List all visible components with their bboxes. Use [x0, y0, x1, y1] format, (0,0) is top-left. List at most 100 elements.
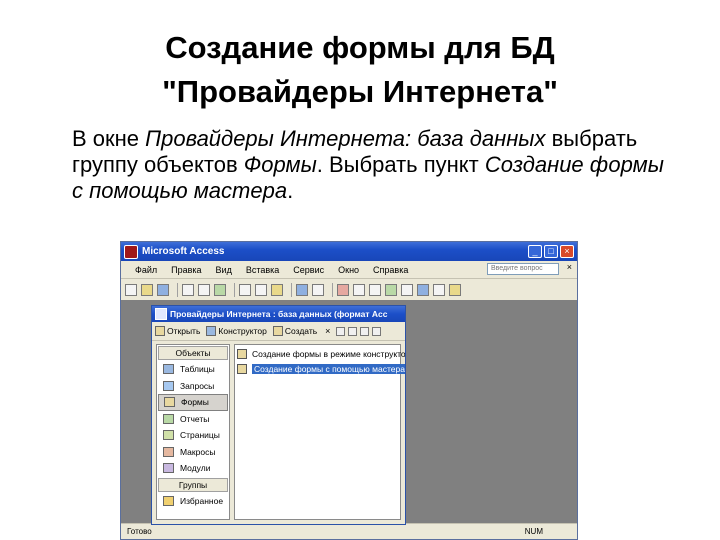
access-titlebar[interactable]: Microsoft Access _ □ × — [121, 242, 577, 261]
slide-title-line1: Создание формы для БД — [165, 30, 555, 65]
maximize-icon[interactable]: □ — [544, 245, 558, 258]
groups-header-button[interactable]: Группы — [158, 477, 228, 492]
database-title: Провайдеры Интернета : база данных (форм… — [170, 309, 388, 319]
design-label: Конструктор — [218, 326, 267, 336]
toolbar-divider — [291, 282, 292, 297]
open-label: Открыть — [167, 326, 201, 336]
object-item[interactable]: Избранное — [158, 493, 228, 510]
slide-title: Создание формы для БД "Провайдеры Интерн… — [60, 26, 660, 114]
toolbar-divider — [332, 282, 333, 297]
list-item[interactable]: Создание формы в режиме конструктора — [237, 348, 405, 360]
menu-item[interactable]: Сервис — [293, 265, 324, 275]
object-item-label: Запросы — [180, 380, 215, 391]
macro-icon — [163, 446, 174, 457]
toolbar-divider — [234, 282, 235, 297]
new-file-icon[interactable] — [125, 283, 137, 296]
design-form-icon — [237, 349, 247, 359]
form-wizard-icon — [237, 364, 247, 374]
object-item[interactable]: Страницы — [158, 427, 228, 444]
access-app-icon[interactable] — [124, 244, 138, 259]
undo-icon[interactable] — [296, 283, 308, 296]
menu-item[interactable]: Окно — [338, 265, 359, 275]
close-doc-icon[interactable]: × — [567, 262, 572, 272]
form-icon — [164, 397, 175, 408]
open-folder-icon[interactable] — [141, 283, 153, 296]
object-item[interactable]: Отчеты — [158, 411, 228, 428]
close-icon[interactable]: × — [560, 245, 574, 258]
module-icon — [163, 463, 174, 474]
main-toolbar — [121, 279, 577, 301]
object-item-label: Макросы — [180, 446, 216, 457]
table-icon — [163, 364, 174, 375]
database-toolbar: Открыть Конструктор Создать × — [152, 322, 405, 341]
toolbar-divider — [177, 282, 178, 297]
preview-icon[interactable] — [198, 283, 210, 296]
access-window: Microsoft Access _ □ × Файл Правка Вид Вста… — [120, 241, 578, 540]
menu-item[interactable]: Вставка — [246, 265, 279, 275]
minimize-icon[interactable]: _ — [528, 245, 542, 258]
print-icon[interactable] — [182, 283, 194, 296]
cut-icon[interactable] — [239, 283, 251, 296]
object-item-label: Отчеты — [180, 413, 210, 424]
slide-body-text: В окне Провайдеры Интернета: база данных… — [72, 126, 672, 204]
status-bar: Готово NUM — [121, 523, 577, 539]
open-button[interactable]: Открыть — [155, 326, 200, 336]
body-text-run: . Выбрать пункт — [316, 152, 485, 177]
spelling-icon[interactable] — [214, 283, 226, 296]
list-item-label: Создание формы с помощью мастера — [252, 364, 405, 374]
design-button[interactable]: Конструктор — [206, 326, 267, 336]
object-item[interactable]: Макросы — [158, 444, 228, 461]
script-icon[interactable] — [385, 283, 397, 296]
properties-icon[interactable] — [401, 283, 413, 296]
menu-item[interactable]: Файл — [135, 265, 157, 275]
page-icon — [163, 430, 174, 441]
favorites-icon — [163, 495, 174, 506]
report-icon — [163, 413, 174, 424]
menu-item[interactable]: Справка — [373, 265, 408, 275]
create-button[interactable]: Создать — [272, 326, 318, 336]
small-icons-icon[interactable] — [348, 326, 358, 336]
forms-list-pane: Создание формы в режиме конструктора Созд… — [234, 344, 405, 520]
help-search-input[interactable]: Введите вопрос — [487, 263, 559, 275]
details-view-icon[interactable] — [372, 326, 382, 336]
object-item-label: Избранное — [180, 495, 224, 506]
status-text: Готово — [127, 527, 152, 536]
query-icon — [163, 380, 174, 391]
list-view-icon[interactable] — [360, 326, 370, 336]
code-icon[interactable] — [369, 283, 381, 296]
delete-icon[interactable]: × — [325, 326, 330, 336]
copy-icon[interactable] — [255, 283, 267, 296]
object-item[interactable]: Модули — [158, 460, 228, 477]
save-icon[interactable] — [157, 283, 169, 296]
object-item[interactable]: Таблицы — [158, 361, 228, 378]
large-icons-icon[interactable] — [336, 326, 346, 336]
access-title: Microsoft Access — [142, 246, 225, 257]
menu-bar: Файл Правка Вид Вставка Сервис Окно Справка Вве… — [121, 261, 577, 279]
objects-pane: Объекты Таблицы Запросы Формы Отчеты Страницы… — [156, 344, 230, 520]
object-item-label: Модули — [180, 463, 211, 474]
paste-icon[interactable] — [271, 283, 283, 296]
body-text-run: В окне — [72, 126, 146, 151]
relationships-icon[interactable] — [417, 283, 429, 296]
create-icon — [272, 326, 283, 336]
database-window: Провайдеры Интернета : база данных (форм… — [151, 305, 406, 525]
office-links-icon[interactable] — [337, 283, 349, 296]
object-item[interactable]: Формы — [158, 394, 228, 411]
redo-icon[interactable] — [312, 283, 324, 296]
list-item[interactable]: Создание формы с помощью мастера — [237, 363, 405, 375]
object-item-label: Таблицы — [180, 364, 215, 375]
menu-item[interactable]: Вид — [216, 265, 232, 275]
num-lock-indicator: NUM — [524, 527, 543, 536]
object-item[interactable]: Запросы — [158, 378, 228, 395]
design-icon — [206, 326, 217, 336]
help-icon[interactable] — [449, 283, 461, 296]
list-item-label: Создание формы в режиме конструктора — [252, 349, 406, 359]
new-object-icon[interactable] — [433, 283, 445, 296]
database-icon[interactable] — [155, 308, 167, 320]
database-titlebar[interactable]: Провайдеры Интернета : база данных (форм… — [152, 306, 405, 322]
menu-item[interactable]: Правка — [171, 265, 201, 275]
objects-header-button[interactable]: Объекты — [158, 346, 228, 360]
create-label: Создать — [284, 326, 318, 336]
analyze-icon[interactable] — [353, 283, 365, 296]
body-text-run: Формы — [243, 152, 317, 177]
